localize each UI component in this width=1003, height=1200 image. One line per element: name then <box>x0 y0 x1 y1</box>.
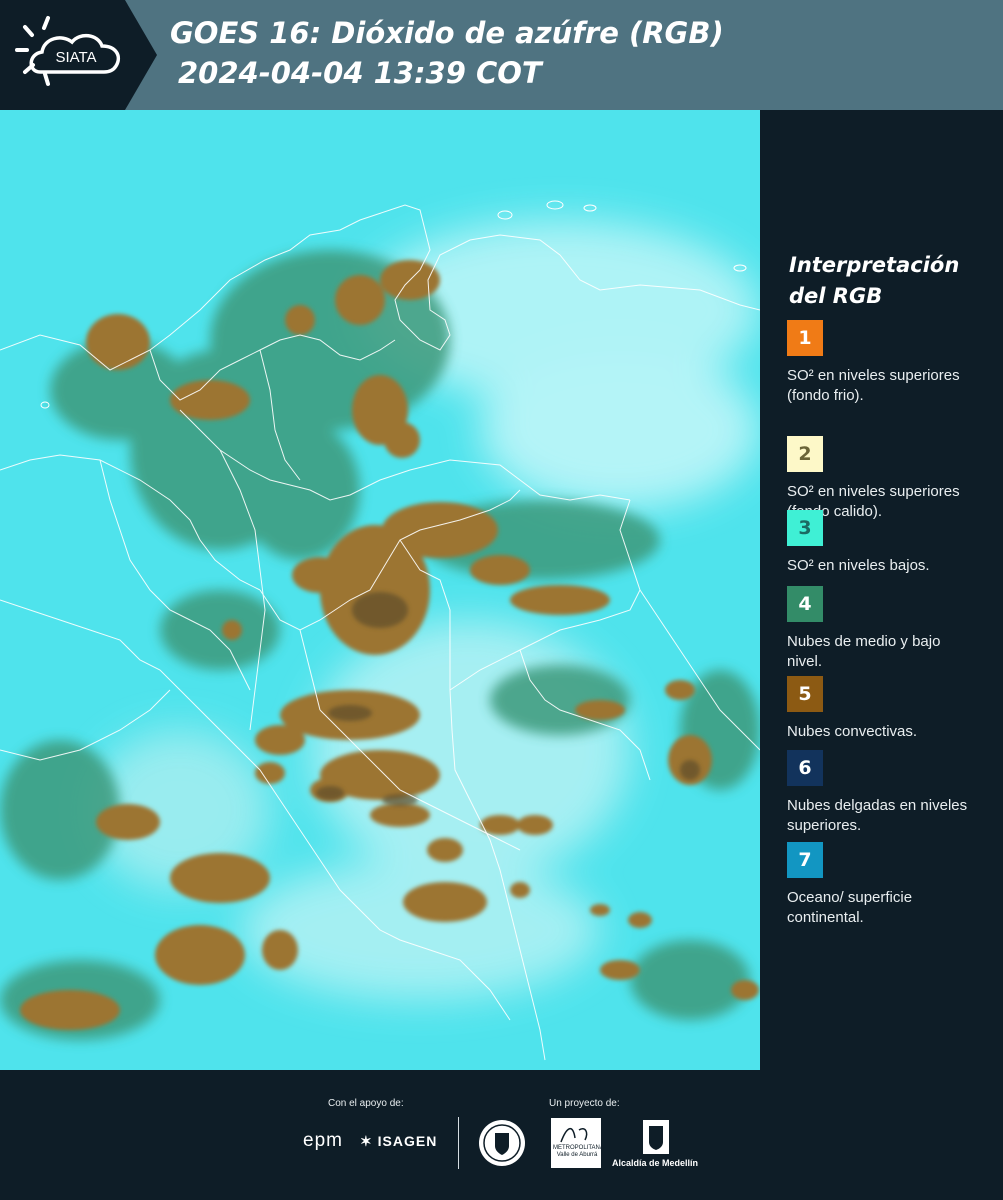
legend-swatch: 7 <box>787 842 823 878</box>
legend-panel: Interpretación del RGB 1 SO² en niveles s… <box>760 110 1003 1070</box>
product-title: GOES 16: Dióxido de azúfre (RGB) <box>170 16 724 50</box>
satellite-map <box>0 110 760 1070</box>
legend-label: SO² en niveles bajos. <box>787 557 930 574</box>
isagen-logo: ✶ ISAGEN <box>360 1133 437 1150</box>
area-script-icon <box>560 1128 588 1143</box>
isagen-star-icon: ✶ <box>360 1133 373 1149</box>
legend-title: Interpretación del RGB <box>789 253 960 308</box>
legend-swatch: 5 <box>787 676 823 712</box>
alcaldia-medellin-text: Alcaldía de Medellín <box>612 1158 699 1168</box>
area-metropolitana-text: METROPOLITANA Valle de Aburrá <box>553 1145 604 1158</box>
logo-text: SIATA <box>55 49 96 66</box>
legend-item-5: 5 Nubes convectivas. <box>787 676 997 742</box>
footer-divider <box>458 1117 459 1169</box>
product-timestamp: 2024-04-04 13:39 COT <box>178 56 542 90</box>
legend-item-6: 6 Nubes delgadas en niveles superiores. <box>787 750 997 836</box>
legend-label: SO² en niveles superiores (fondo frio). <box>787 367 960 404</box>
legend-swatch: 6 <box>787 750 823 786</box>
isagen-logo-text: ISAGEN <box>377 1133 438 1149</box>
area-metropolitana-logo <box>551 1118 601 1168</box>
medellin-shield-icon <box>643 1120 669 1154</box>
legend-label: Oceano/ superficie continental. <box>787 889 913 926</box>
footer-bar: Con el apoyo de: Un proyecto de: epm ✶ I… <box>0 1070 1003 1200</box>
legend-swatch: 2 <box>787 436 823 472</box>
siata-logo-band: SIATA <box>0 0 157 110</box>
legend-item-3: 3 SO² en niveles bajos. <box>787 510 997 576</box>
support-label: Con el apoyo de: <box>328 1098 404 1109</box>
legend-swatch: 1 <box>787 320 823 356</box>
legend-swatch: 4 <box>787 586 823 622</box>
legend-swatch: 3 <box>787 510 823 546</box>
legend-item-1: 1 SO² en niveles superiores (fondo frio). <box>787 320 997 406</box>
legend-item-4: 4 Nubes de medio y bajo nivel. <box>787 586 997 672</box>
legend-label: Nubes convectivas. <box>787 723 918 740</box>
medellin-seal-icon <box>479 1120 525 1166</box>
project-label: Un proyecto de: <box>549 1098 620 1109</box>
legend-label: Nubes de medio y bajo nivel. <box>787 633 941 670</box>
legend-item-7: 7 Oceano/ superficie continental. <box>787 842 997 928</box>
header-bar: SIATA GOES 16: Dióxido de azúfre (RGB) 2… <box>0 0 1003 110</box>
goes-product-image: SIATA GOES 16: Dióxido de azúfre (RGB) 2… <box>0 0 1003 1200</box>
epm-logo: epm <box>303 1130 343 1151</box>
legend-label: Nubes delgadas en niveles superiores. <box>787 797 968 834</box>
